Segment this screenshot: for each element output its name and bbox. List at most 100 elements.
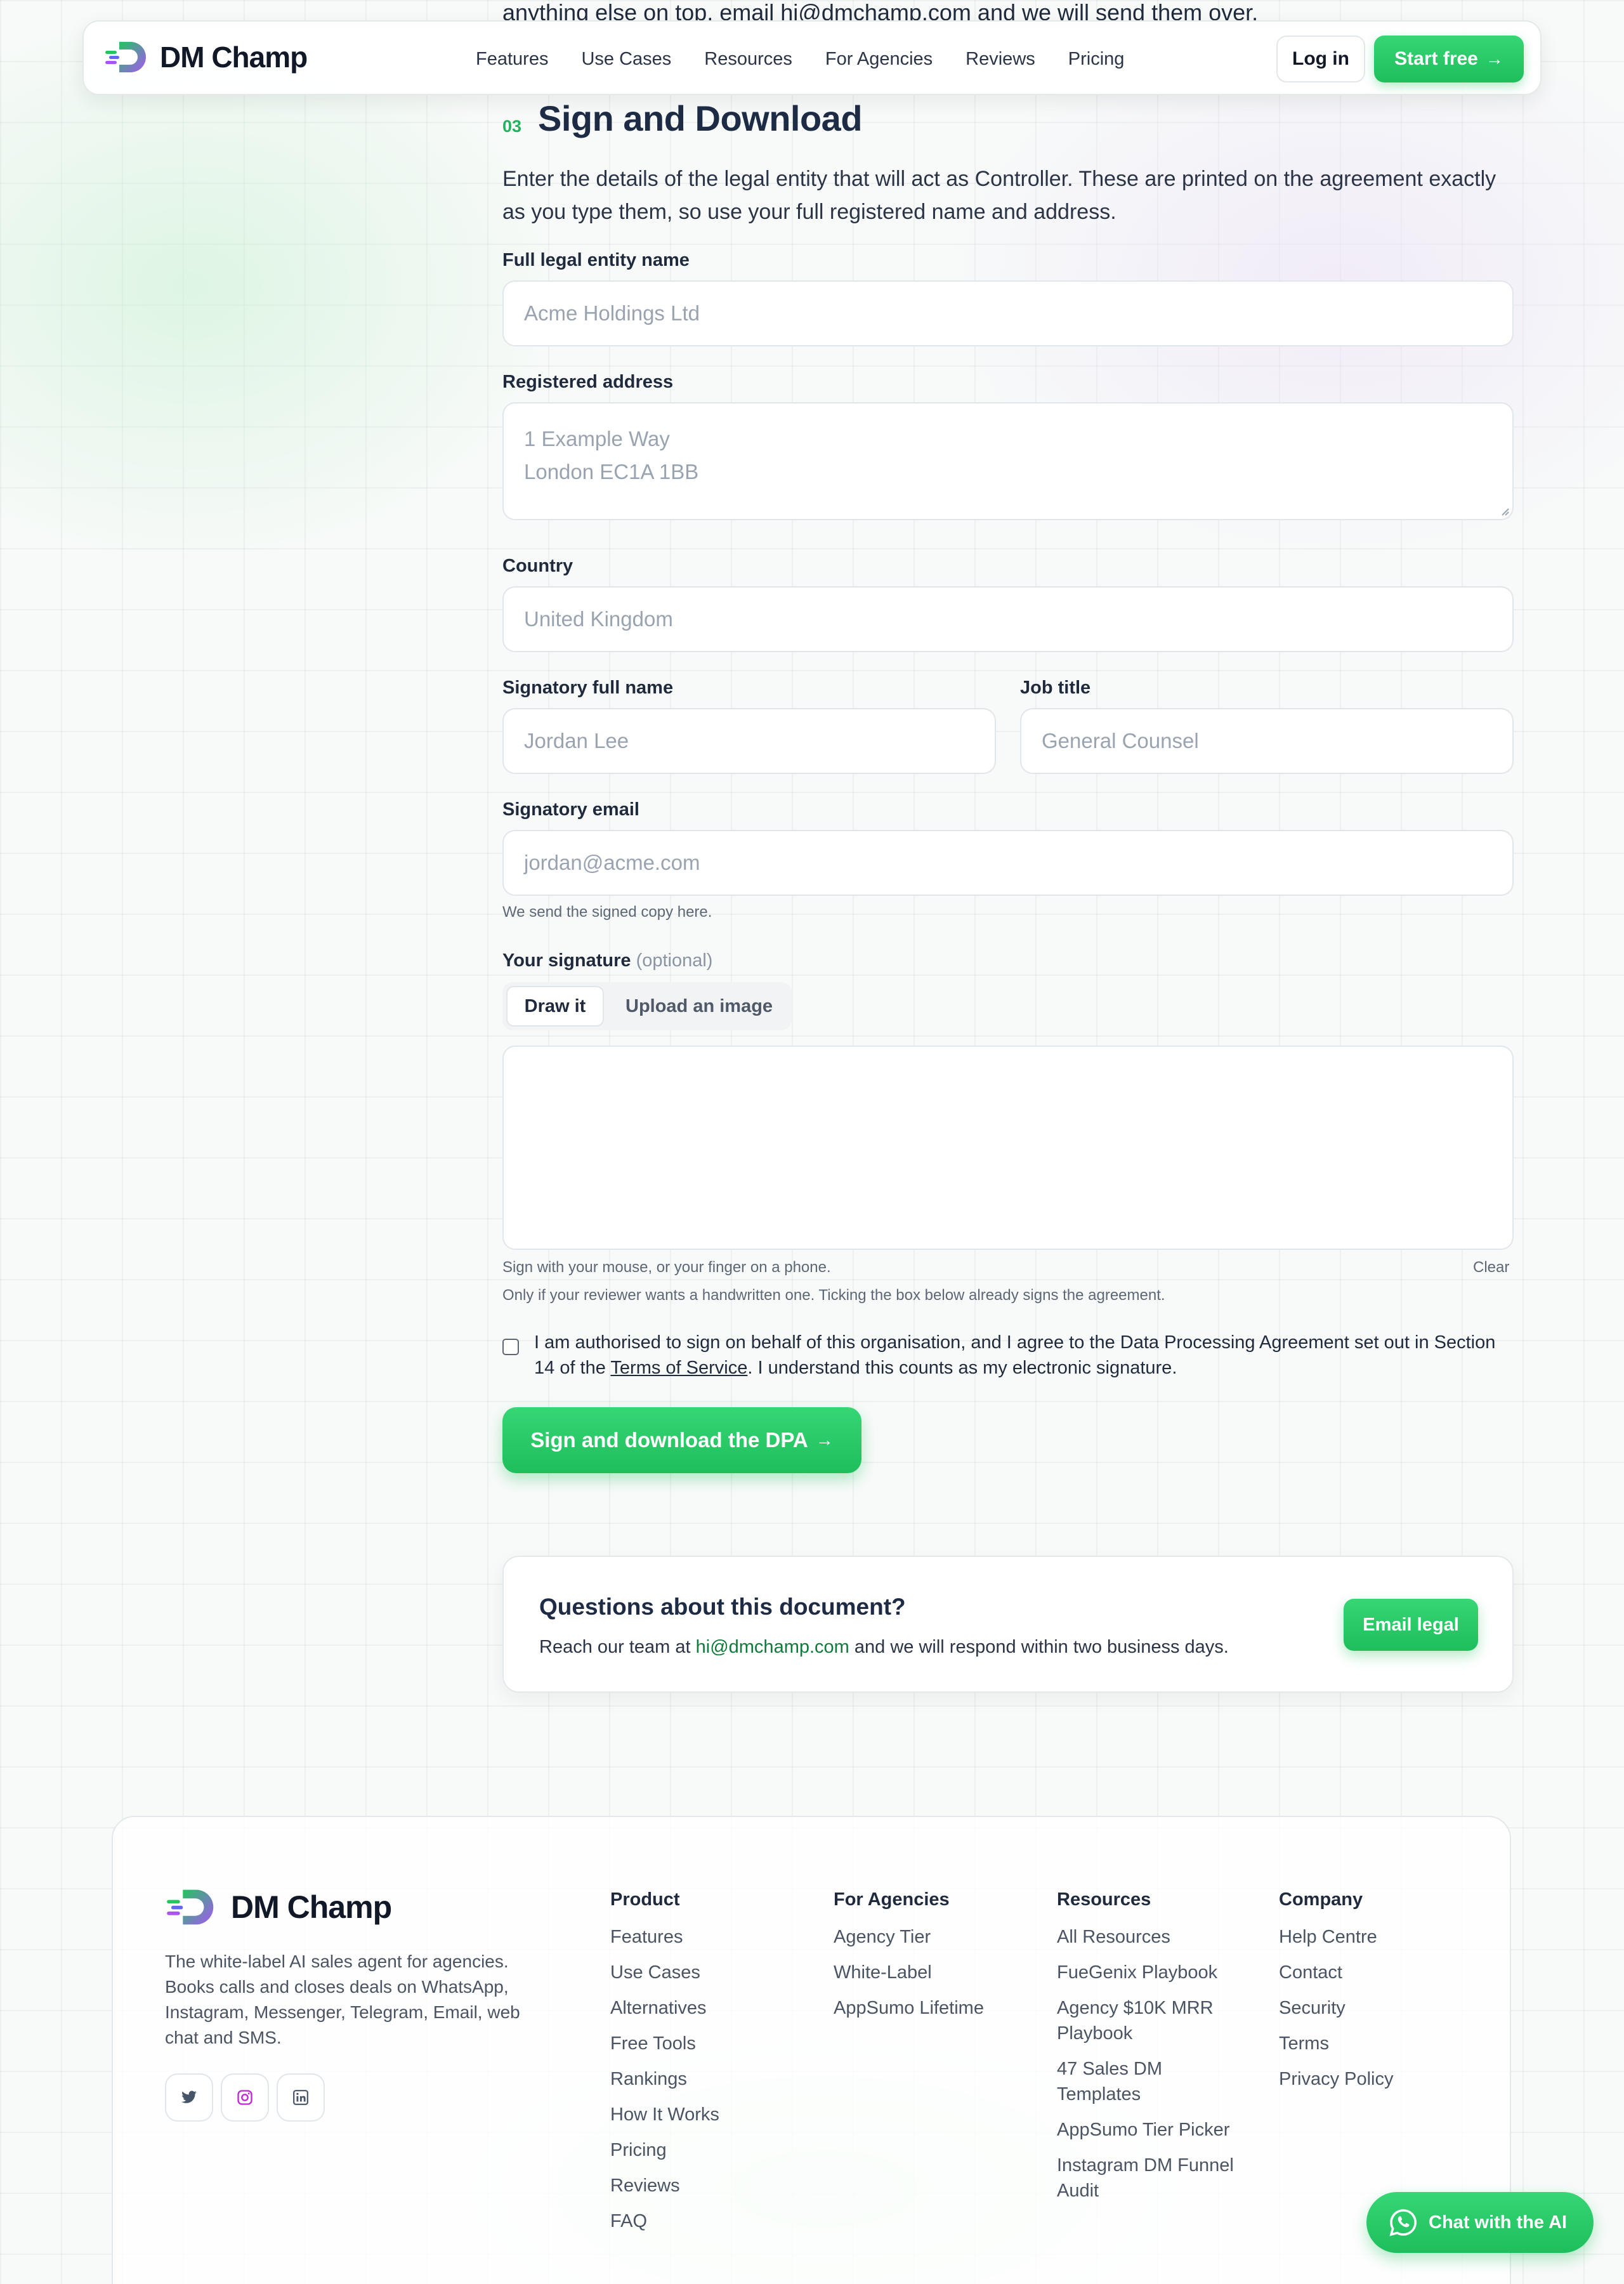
entity-name-input[interactable]: Acme Holdings Ltd [502, 280, 1514, 346]
whatsapp-icon [1389, 2209, 1417, 2236]
footer-link-pricing[interactable]: Pricing [610, 2137, 794, 2163]
address-textarea[interactable]: 1 Example Way London EC1A 1BB [502, 402, 1514, 520]
footer-link-privacy-policy[interactable]: Privacy Policy [1279, 2066, 1463, 2092]
sign-download-button[interactable]: Sign and download the DPA → [502, 1407, 861, 1473]
footer-link-free-tools[interactable]: Free Tools [610, 2031, 794, 2056]
footer-heading-resources: Resources [1057, 1889, 1151, 1910]
footer-link-rankings[interactable]: Rankings [610, 2066, 794, 2092]
signature-label: Your signature (optional) [502, 950, 712, 971]
start-free-label: Start free [1394, 48, 1478, 69]
footer-link-help-centre[interactable]: Help Centre [1279, 1924, 1463, 1950]
email-legal-button[interactable]: Email legal [1344, 1599, 1478, 1651]
footer-link-security[interactable]: Security [1279, 1995, 1463, 2021]
tab-upload[interactable]: Upload an image [625, 986, 773, 1027]
footer-link-white-label[interactable]: White-Label [834, 1960, 1018, 1985]
consent-checkbox[interactable] [502, 1339, 519, 1355]
country-placeholder: United Kingdom [524, 607, 673, 631]
twitter-icon [181, 2090, 197, 2103]
country-input[interactable]: United Kingdom [502, 586, 1514, 652]
nav-link-use-cases[interactable]: Use Cases [581, 49, 671, 70]
nav-link-features[interactable]: Features [476, 49, 548, 70]
signatory-email-label: Signatory email [502, 799, 639, 820]
footer-link-alternatives[interactable]: Alternatives [610, 1995, 794, 2021]
resize-handle-icon[interactable] [1498, 505, 1510, 516]
arrow-right-icon: → [1485, 49, 1503, 69]
footer-description: The white-label AI sales agent for agenc… [165, 1952, 520, 2047]
footer-link-agency-mrr-playbook[interactable]: Agency $10K MRR Playbook [1057, 1995, 1241, 2046]
job-title-placeholder: General Counsel [1042, 729, 1199, 752]
top-navbar: DM Champ Features Use Cases Resources Fo… [82, 20, 1542, 95]
country-label: Country [502, 556, 573, 576]
footer-heading-for-agencies: For Agencies [834, 1889, 950, 1910]
signature-label-text: Your signature [502, 950, 631, 971]
footer-link-features[interactable]: Features [610, 1924, 794, 1950]
questions-text-after: and we will respond within two business … [849, 1637, 1229, 1657]
signature-mode-tabs: Draw it Upload an image [502, 982, 792, 1030]
job-title-input[interactable]: General Counsel [1020, 708, 1514, 774]
instagram-icon [237, 2090, 252, 2105]
signatory-name-placeholder: Jordan Lee [524, 729, 629, 752]
footer-link-use-cases[interactable]: Use Cases [610, 1960, 794, 1985]
signatory-name-label: Signatory full name [502, 678, 674, 698]
footer-link-reviews[interactable]: Reviews [610, 2173, 794, 2198]
signatory-name-input[interactable]: Jordan Lee [502, 708, 996, 774]
brand-name: DM Champ [160, 41, 308, 74]
questions-text-before: Reach our team at [539, 1637, 696, 1657]
instagram-link[interactable] [221, 2073, 269, 2122]
footer-link-terms[interactable]: Terms [1279, 2031, 1463, 2056]
footer-brand-link[interactable]: DM Champ [165, 1887, 392, 1927]
brand-logo-link[interactable]: DM Champ [104, 39, 308, 75]
footer-link-all-resources[interactable]: All Resources [1057, 1924, 1241, 1950]
signatory-email-placeholder: jordan@acme.com [524, 851, 700, 874]
tab-draw[interactable]: Draw it [506, 986, 604, 1027]
questions-title: Questions about this document? [539, 1594, 906, 1620]
site-footer: DM Champ The white-label AI sales agent … [112, 1816, 1511, 2284]
section-intro: Enter the details of the legal entity th… [502, 167, 1496, 224]
footer-link-faq[interactable]: FAQ [610, 2209, 794, 2234]
nav-link-for-agencies[interactable]: For Agencies [825, 49, 933, 70]
footer-col-product: Product Features Use Cases Alternatives … [610, 1889, 794, 2244]
clear-signature-button[interactable]: Clear [1473, 1259, 1509, 1277]
social-links [165, 2073, 332, 2122]
signatory-email-input[interactable]: jordan@acme.com [502, 830, 1514, 896]
signature-pad[interactable] [502, 1046, 1514, 1250]
footer-col-for-agencies: For Agencies Agency Tier White-Label App… [834, 1889, 1018, 2031]
job-title-label: Job title [1020, 678, 1091, 698]
start-free-button[interactable]: Start free → [1374, 36, 1524, 82]
footer-link-sales-dm-templates[interactable]: 47 Sales DM Templates [1057, 2056, 1241, 2107]
footer-link-appsumo-tier-picker[interactable]: AppSumo Tier Picker [1057, 2117, 1241, 2143]
arrow-right-icon: → [815, 1430, 834, 1450]
questions-email-link[interactable]: hi@dmchamp.com [696, 1637, 849, 1657]
nav-link-resources[interactable]: Resources [704, 49, 792, 70]
nav-link-reviews[interactable]: Reviews [966, 49, 1035, 70]
login-button[interactable]: Log in [1276, 36, 1365, 82]
footer-heading-product: Product [610, 1889, 680, 1910]
footer-col-resources: Resources All Resources FueGenix Playboo… [1057, 1889, 1241, 2214]
footer-link-how-it-works[interactable]: How It Works [610, 2102, 794, 2127]
section-number: 03 [502, 117, 522, 136]
entity-name-placeholder: Acme Holdings Ltd [524, 301, 700, 325]
dmchamp-logo-icon [105, 42, 146, 72]
terms-of-service-link[interactable]: Terms of Service [610, 1358, 747, 1378]
address-label: Registered address [502, 372, 674, 392]
questions-text: Reach our team at hi@dmchamp.com and we … [539, 1637, 1229, 1658]
chat-with-ai-button[interactable]: Chat with the AI [1366, 2192, 1594, 2253]
entity-name-label: Full legal entity name [502, 250, 690, 270]
footer-col-company: Company Help Centre Contact Security Ter… [1279, 1889, 1463, 2102]
footer-link-fuegenix-playbook[interactable]: FueGenix Playbook [1057, 1960, 1241, 1985]
signature-help-text: Sign with your mouse, or your finger on … [502, 1259, 831, 1276]
section-title: Sign and Download [538, 98, 863, 138]
twitter-link[interactable] [165, 2073, 213, 2122]
signature-optional: (optional) [636, 950, 713, 971]
nav-link-pricing[interactable]: Pricing [1068, 49, 1125, 70]
chat-with-ai-label: Chat with the AI [1429, 2212, 1568, 2233]
footer-link-appsumo-lifetime[interactable]: AppSumo Lifetime [834, 1995, 1018, 2021]
linkedin-icon [293, 2090, 308, 2105]
nav-links: Features Use Cases Resources For Agencie… [476, 22, 1157, 96]
signature-note: Only if your reviewer wants a handwritte… [502, 1287, 1165, 1304]
email-help-text: We send the signed copy here. [502, 903, 712, 921]
linkedin-link[interactable] [277, 2073, 325, 2122]
footer-link-agency-tier[interactable]: Agency Tier [834, 1924, 1018, 1950]
footer-link-instagram-dm-audit[interactable]: Instagram DM Funnel Audit [1057, 2153, 1241, 2203]
footer-link-contact[interactable]: Contact [1279, 1960, 1463, 1985]
